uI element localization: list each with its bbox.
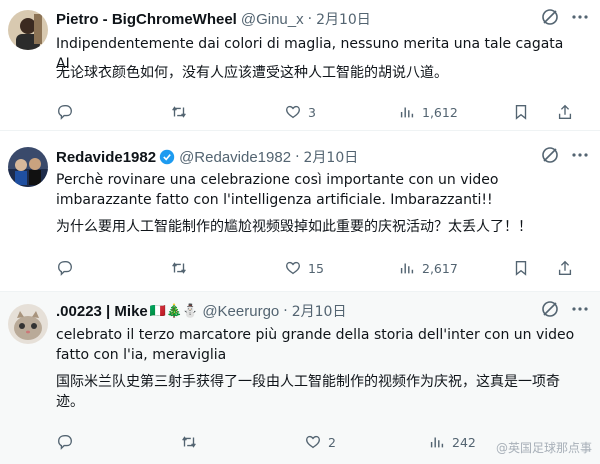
like-icon	[286, 105, 300, 119]
like-button[interactable]: 2	[304, 433, 428, 451]
reply-button[interactable]	[56, 103, 170, 121]
retweet-button[interactable]	[180, 433, 304, 451]
reply-button[interactable]	[56, 433, 180, 451]
reply-tweet[interactable]: .00223 | Mike 🇮🇹🎄⛄ @Keerurgo · 2月10日 cel…	[0, 292, 600, 464]
tweet-date[interactable]: 2月10日	[292, 301, 347, 321]
like-count: 3	[308, 104, 316, 120]
views-icon	[430, 437, 444, 448]
tweet-header: .00223 | Mike 🇮🇹🎄⛄ @Keerurgo · 2月10日	[56, 300, 552, 322]
like-count: 2	[328, 434, 336, 450]
reply-button[interactable]	[56, 259, 170, 277]
tweet-translation: 国际米兰队史第三射手获得了一段由人工智能制作的视频作为庆祝，这真是一项奇迹。	[56, 374, 560, 410]
more-icon[interactable]	[570, 145, 590, 169]
display-name[interactable]: Pietro - BigChromeWheel	[56, 11, 237, 28]
more-icon[interactable]	[570, 299, 590, 323]
avatar[interactable]	[8, 10, 48, 50]
like-button[interactable]: 3	[284, 103, 398, 121]
separator: ·	[283, 303, 288, 319]
user-handle[interactable]: @Ginu_x	[241, 11, 304, 28]
bookmark-share-group	[512, 103, 580, 121]
watermark: @英国足球那点事	[496, 439, 592, 456]
reply-tweet[interactable]: Redavide1982 @Redavide1982 · 2月10日 Perch…	[0, 131, 600, 291]
tweet-top-actions	[540, 146, 590, 168]
bookmark-icon[interactable]	[512, 103, 530, 121]
retweet-icon	[182, 436, 196, 448]
more-icon[interactable]	[570, 7, 590, 31]
retweet-icon	[172, 262, 186, 274]
separator: ·	[295, 149, 300, 165]
share-icon[interactable]	[556, 259, 574, 277]
share-icon[interactable]	[556, 103, 574, 121]
tweet-translation: 无论球衣颜色如何，没有人应该遭受这种人工智能的胡说八道。	[56, 65, 448, 81]
reply-icon	[58, 435, 72, 450]
grok-icon[interactable]	[540, 7, 560, 31]
tweet-date[interactable]: 2月10日	[316, 9, 371, 29]
reply-tweet[interactable]: Pietro - BigChromeWheel @Ginu_x · 2月10日 …	[0, 0, 600, 130]
reply-icon	[58, 261, 72, 276]
tweet-top-actions	[540, 8, 590, 30]
grok-icon[interactable]	[540, 299, 560, 323]
avatar[interactable]	[8, 304, 48, 344]
views-button[interactable]: 2,617	[398, 259, 512, 277]
tweet-text: Perchè rovinare una celebrazione così im…	[56, 172, 499, 208]
bookmark-icon[interactable]	[512, 259, 530, 277]
tweet-actions: 15 2,617	[56, 258, 580, 278]
verified-badge-icon	[159, 149, 175, 165]
retweet-icon	[172, 106, 186, 118]
tweet-date[interactable]: 2月10日	[304, 147, 359, 167]
views-icon	[400, 263, 414, 274]
grok-icon[interactable]	[540, 145, 560, 169]
bookmark-share-group	[512, 259, 580, 277]
tweet-header: Redavide1982 @Redavide1982 · 2月10日	[56, 146, 552, 168]
reply-icon	[58, 105, 72, 120]
tweet-top-actions	[540, 300, 590, 322]
like-count: 15	[308, 260, 324, 276]
separator: ·	[307, 11, 313, 27]
view-count: 1,612	[422, 104, 458, 120]
like-icon	[286, 261, 300, 275]
tweet-text: celebrato il terzo marcatore più grande …	[56, 327, 575, 363]
tweet-translation: 为什么要用人工智能制作的尴尬视频毁掉如此重要的庆祝活动？太丢人了！！	[56, 219, 532, 235]
view-count: 242	[452, 434, 476, 450]
views-button[interactable]: 1,612	[398, 103, 512, 121]
view-count: 2,617	[422, 260, 458, 276]
views-icon	[400, 107, 414, 118]
user-handle[interactable]: @Keerurgo	[202, 303, 279, 320]
display-name[interactable]: .00223 | Mike	[56, 303, 148, 320]
like-icon	[306, 435, 320, 449]
tweet-header: Pietro - BigChromeWheel @Ginu_x · 2月10日	[56, 8, 552, 30]
retweet-button[interactable]	[170, 103, 284, 121]
watermark-text: @英国足球那点事	[495, 441, 592, 455]
tweet-actions: 3 1,612	[56, 102, 580, 122]
user-handle[interactable]: @Redavide1982	[179, 149, 291, 166]
like-button[interactable]: 15	[284, 259, 398, 277]
avatar[interactable]	[8, 147, 48, 187]
name-emojis: 🇮🇹🎄⛄	[149, 303, 199, 319]
retweet-button[interactable]	[170, 259, 284, 277]
display-name[interactable]: Redavide1982	[56, 149, 156, 166]
